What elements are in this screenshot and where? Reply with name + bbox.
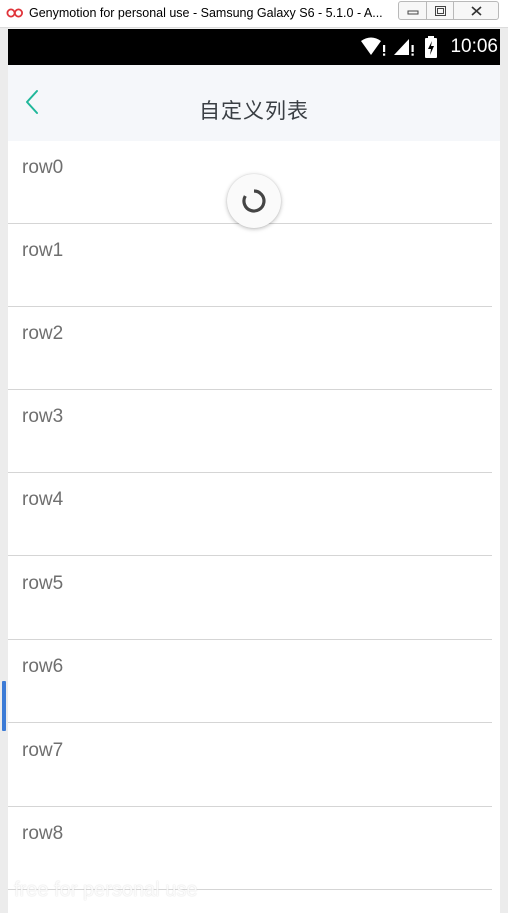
window-title: Genymotion for personal use - Samsung Ga… xyxy=(29,6,383,20)
window-titlebar: Genymotion for personal use - Samsung Ga… xyxy=(0,0,508,28)
list-item-label: row3 xyxy=(22,406,64,427)
app-header: 自定义列表 xyxy=(8,65,500,141)
list-item[interactable]: row2 xyxy=(8,307,492,390)
close-icon xyxy=(471,6,482,16)
close-button[interactable] xyxy=(453,1,499,20)
list-item[interactable]: row8 xyxy=(8,807,492,890)
custom-list[interactable]: row0 row1 row2 row3 row4 row5 row6 row7 … xyxy=(8,141,500,890)
list-item[interactable]: row3 xyxy=(8,390,492,473)
minimize-icon xyxy=(407,10,419,15)
list-item[interactable]: row7 xyxy=(8,724,492,807)
list-item-label: row2 xyxy=(22,323,64,344)
list-item-label: row6 xyxy=(22,656,64,677)
list-item-label: row8 xyxy=(22,823,64,844)
list-item-label: row1 xyxy=(22,240,64,261)
list-item-label: row4 xyxy=(22,489,64,510)
clock: 10:06 xyxy=(450,36,498,57)
list-item-label: row7 xyxy=(22,740,64,761)
emulator-frame-right xyxy=(500,28,508,913)
side-accent xyxy=(2,681,6,731)
watermark: free for personal use xyxy=(14,879,198,901)
maximize-button[interactable] xyxy=(426,1,454,20)
loading-spinner xyxy=(227,174,281,228)
list-item[interactable]: row4 xyxy=(8,473,492,556)
list-item[interactable]: row5 xyxy=(8,557,492,640)
minimize-button[interactable] xyxy=(398,1,427,20)
battery-icon xyxy=(425,36,437,58)
page-title: 自定义列表 xyxy=(199,99,309,123)
signal-icon xyxy=(394,39,414,56)
list-item-label: row0 xyxy=(22,157,64,178)
wifi-icon xyxy=(361,37,386,56)
refresh-spinner-icon xyxy=(242,189,266,213)
list-item[interactable]: row1 xyxy=(8,224,492,307)
emulator-frame-left xyxy=(0,28,8,913)
list-item-label: row5 xyxy=(22,573,64,594)
android-status-bar: 10:06 xyxy=(8,29,500,65)
list-item[interactable]: row6 xyxy=(8,640,492,723)
genymotion-logo-icon xyxy=(6,8,23,18)
maximize-icon xyxy=(435,6,446,16)
